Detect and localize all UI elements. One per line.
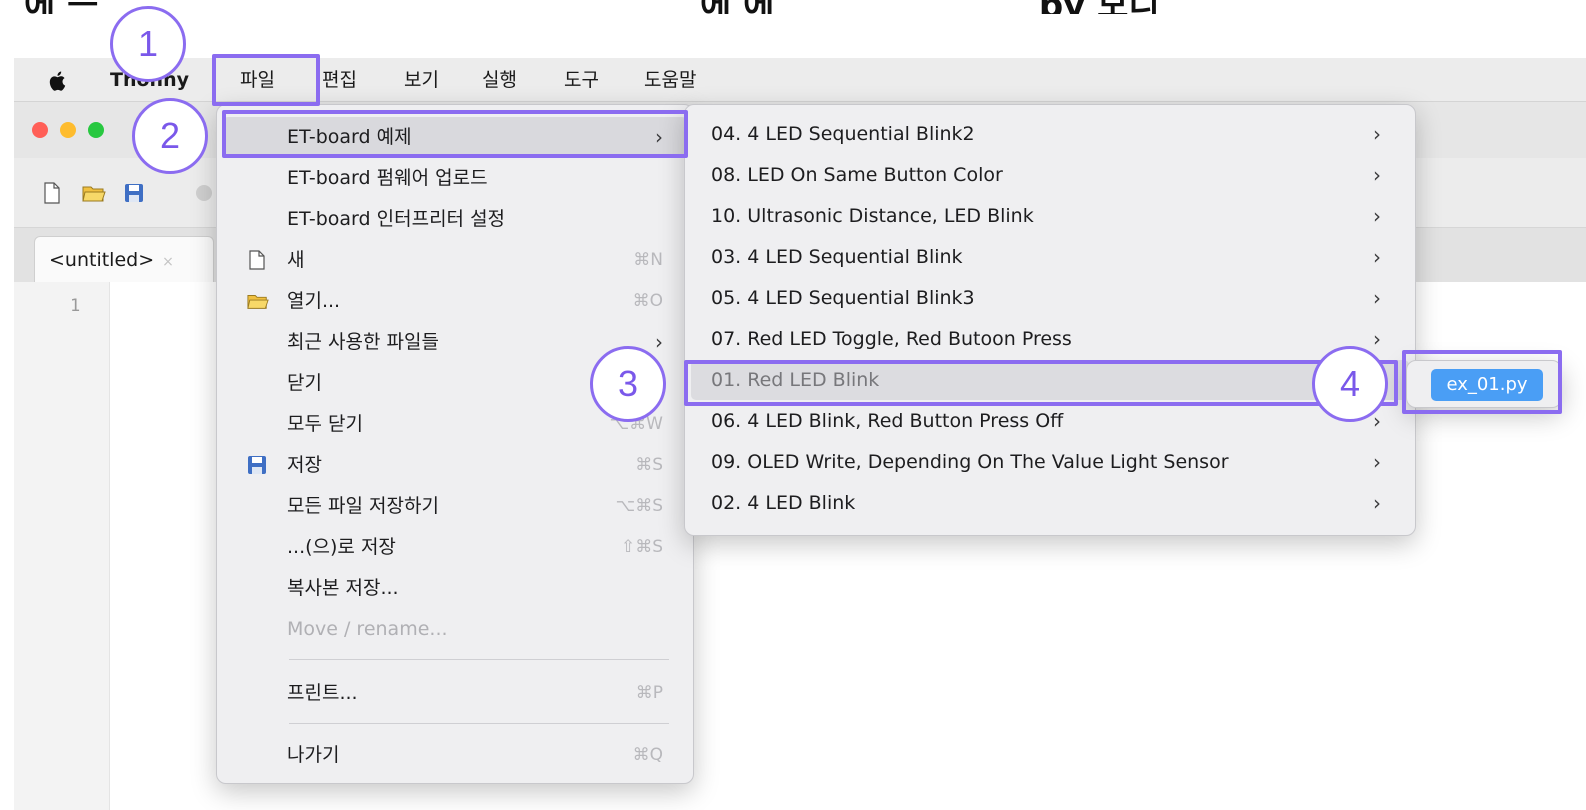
- menubar-item-tools[interactable]: 도구: [564, 58, 599, 102]
- caption-strip: 에 ㅡ 에 에 _ py 모니: [0, 0, 1586, 14]
- menu-separator: [289, 659, 669, 660]
- menu-item-firmware-upload[interactable]: ET-board 펌웨어 업로드: [223, 158, 687, 198]
- shortcut-label: ⌥⌘S: [615, 496, 663, 516]
- shortcut-label: ⌘P: [635, 683, 663, 703]
- menubar-item-run[interactable]: 실행: [482, 58, 517, 102]
- apple-icon[interactable]: [48, 70, 68, 92]
- chevron-right-icon: ›: [1373, 327, 1381, 351]
- menu-item-save-copy[interactable]: 복사본 저장...: [223, 568, 687, 608]
- tab-untitled[interactable]: <untitled> ×: [34, 236, 214, 282]
- menu-item-save[interactable]: 저장 ⌘S: [223, 445, 687, 485]
- chevron-right-icon: ›: [1373, 491, 1381, 515]
- run-icon[interactable]: [194, 182, 214, 204]
- example-item[interactable]: 08. LED On Same Button Color ›: [691, 155, 1409, 195]
- example-item[interactable]: 03. 4 LED Sequential Blink ›: [691, 237, 1409, 277]
- example-item[interactable]: 04. 4 LED Sequential Blink2 ›: [691, 114, 1409, 154]
- step-badge-1: 1: [110, 6, 186, 82]
- chevron-right-icon: ›: [1373, 450, 1381, 474]
- examples-submenu: 04. 4 LED Sequential Blink2 › 08. LED On …: [684, 104, 1416, 536]
- menubar-item-help[interactable]: 도움말: [644, 58, 696, 102]
- shortcut-label: ⌘N: [633, 250, 663, 270]
- open-folder-icon: [247, 295, 269, 309]
- line-number-gutter: 1: [14, 282, 110, 810]
- caption-fragment: 에 ㅡ: [24, 0, 98, 14]
- example-item[interactable]: 09. OLED Write, Depending On The Value L…: [691, 442, 1409, 482]
- save-icon: [248, 456, 266, 474]
- menu-item-print[interactable]: 프린트... ⌘P: [223, 673, 687, 713]
- new-file-icon[interactable]: [42, 182, 62, 204]
- line-number: 1: [70, 296, 81, 316]
- chevron-right-icon: ›: [1373, 245, 1381, 269]
- caption-fragment: _ py 모니: [1010, 0, 1160, 14]
- step-badge-4: 4: [1312, 346, 1388, 422]
- annotation-box-red-led-blink: [684, 360, 1398, 406]
- caption-fragment: 에 에: [700, 0, 774, 14]
- chevron-right-icon: ›: [1373, 163, 1381, 187]
- example-item[interactable]: 10. Ultrasonic Distance, LED Blink ›: [691, 196, 1409, 236]
- shortcut-label: ⌘O: [632, 291, 663, 311]
- example-item[interactable]: 05. 4 LED Sequential Blink3 ›: [691, 278, 1409, 318]
- menubar-item-edit[interactable]: 편집: [322, 58, 357, 102]
- example-item[interactable]: 06. 4 LED Blink, Red Button Press Off ›: [691, 401, 1409, 441]
- menu-item-new[interactable]: 새 ⌘N: [223, 240, 687, 280]
- open-folder-icon[interactable]: [82, 182, 106, 204]
- chevron-right-icon: ›: [1373, 204, 1381, 228]
- shortcut-label: ⌘S: [635, 455, 663, 475]
- menu-item-save-all[interactable]: 모든 파일 저장하기 ⌥⌘S: [223, 486, 687, 526]
- tab-label: <untitled>: [49, 249, 155, 271]
- menu-item-open[interactable]: 열기... ⌘O: [223, 281, 687, 321]
- file-menu: ET-board 예제 › ET-board 펌웨어 업로드 ET-board …: [216, 104, 694, 784]
- shortcut-label: ⇧⌘S: [620, 537, 663, 557]
- chevron-right-icon: ›: [1373, 122, 1381, 146]
- tab-close-icon[interactable]: ×: [162, 254, 174, 270]
- close-window-button[interactable]: [32, 122, 48, 138]
- new-file-icon: [249, 250, 265, 270]
- step-badge-2: 2: [132, 98, 208, 174]
- menu-item-save-as[interactable]: ...(으)로 저장 ⇧⌘S: [223, 527, 687, 567]
- shortcut-label: ⌘Q: [632, 745, 663, 765]
- menu-item-interpreter-settings[interactable]: ET-board 인터프리터 설정: [223, 199, 687, 239]
- menubar-item-view[interactable]: 보기: [404, 58, 439, 102]
- menu-item-quit[interactable]: 나가기 ⌘Q: [223, 735, 687, 775]
- annotation-box-file-menu: [212, 54, 320, 106]
- annotation-box-ex-01-py: [1402, 350, 1562, 414]
- example-item[interactable]: 07. Red LED Toggle, Red Butoon Press ›: [691, 319, 1409, 359]
- menu-separator: [289, 723, 669, 724]
- zoom-window-button[interactable]: [88, 122, 104, 138]
- chevron-right-icon: ›: [1373, 286, 1381, 310]
- minimize-window-button[interactable]: [60, 122, 76, 138]
- save-icon[interactable]: [124, 182, 144, 204]
- menu-item-move-rename: Move / rename...: [287, 618, 448, 640]
- step-badge-3: 3: [590, 346, 666, 422]
- chevron-right-icon: ›: [655, 330, 663, 354]
- annotation-box-examples: [222, 110, 688, 158]
- example-item[interactable]: 02. 4 LED Blink ›: [691, 483, 1409, 523]
